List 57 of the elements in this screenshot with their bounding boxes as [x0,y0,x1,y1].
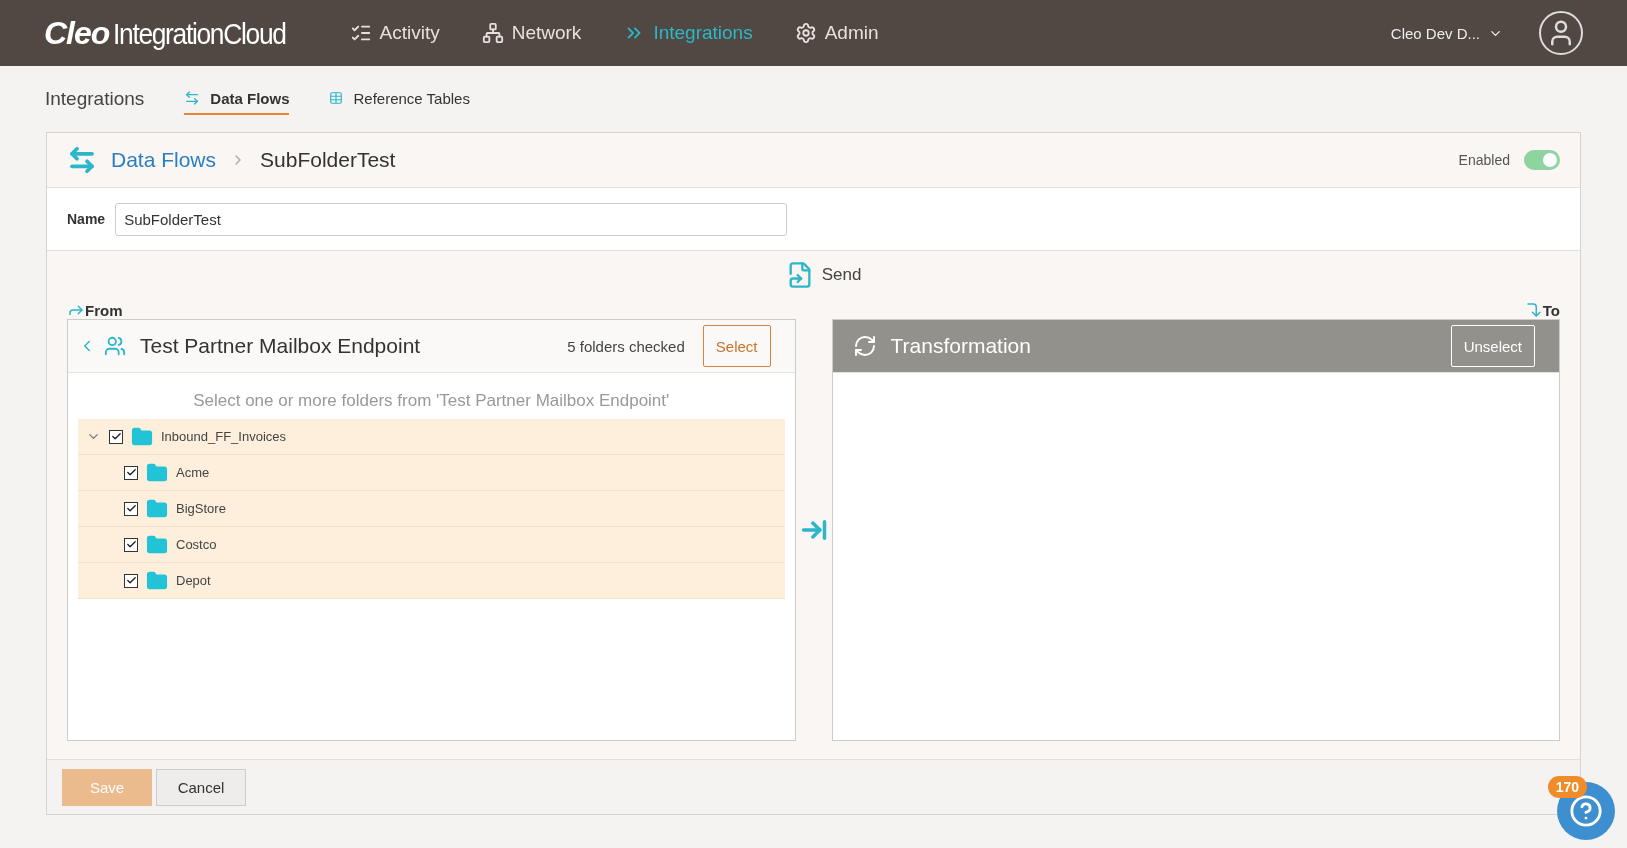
cancel-button[interactable]: Cancel [156,768,246,806]
folder-icon [131,425,153,448]
tab[interactable]: Reference Tables [329,83,470,115]
tree-row[interactable]: Acme [78,455,785,491]
select-button[interactable]: Select [702,325,771,367]
breadcrumb-current: SubFolderTest [260,148,396,172]
account-menu[interactable]: Cleo Dev D... [1384,23,1509,43]
folder-name: Acme [176,465,210,480]
folder-icon [146,461,168,484]
notification-badge: 170 [1547,776,1587,798]
logo-brand: Cleo [44,14,110,52]
hint-text: Select one or more folders from 'Test Partner Mailbox Endpoint' [192,391,671,411]
folder-icon [146,533,168,556]
tree-row[interactable]: Depot [78,563,785,599]
table-icon [329,91,344,105]
nav-item[interactable]: Activity [349,22,440,44]
to-label: To [1542,302,1560,319]
folder-name: Inbound_FF_Invoices [161,429,287,444]
help-button[interactable] [1557,782,1615,840]
arrows-icon [67,145,97,175]
nav-item[interactable]: Integrations [623,22,753,44]
logo-product: IntegrationCloud [113,16,286,51]
tab[interactable]: Data Flows [184,83,290,115]
nav-item[interactable]: Admin [794,22,879,44]
checkbox[interactable] [124,465,138,480]
tree-row[interactable]: BigStore [78,491,785,527]
action-label: Send [821,265,862,285]
checkbox[interactable] [124,501,138,516]
name-input[interactable]: SubFolderTest [115,202,788,236]
section-title: Integrations [45,88,145,110]
field-label: Name [67,211,106,227]
checkbox[interactable] [109,429,123,444]
panel-title: Test Partner Mailbox Endpoint [140,334,421,358]
folder-count: 5 folders checked [567,337,685,355]
gear-icon [794,22,817,44]
folder-name: BigStore [176,501,226,516]
user-avatar-icon[interactable] [1539,11,1583,55]
nav-item[interactable]: Network [481,22,582,44]
checkbox[interactable] [124,537,138,552]
toggle-label: Enabled [1458,152,1510,168]
folder-name: Costco [176,537,217,552]
folder-name: Depot [176,573,211,588]
checkbox[interactable] [124,573,138,588]
arrows-icon [184,90,201,106]
mailbox-icon [104,335,126,357]
refresh-icon [852,334,877,358]
from-label: From [85,302,123,319]
panel-title: Transformation [890,334,1031,358]
folder-icon [146,497,168,520]
arrow-icon [1524,301,1543,319]
help-icon [1569,794,1603,828]
tree-row[interactable]: Inbound_FF_Invoices [78,419,785,455]
network-icon [481,22,504,44]
folder-icon [146,569,168,592]
enabled-toggle[interactable] [1524,150,1560,170]
tree-row[interactable]: Costco [78,527,785,563]
breadcrumb-link[interactable]: Data Flows [111,148,217,172]
